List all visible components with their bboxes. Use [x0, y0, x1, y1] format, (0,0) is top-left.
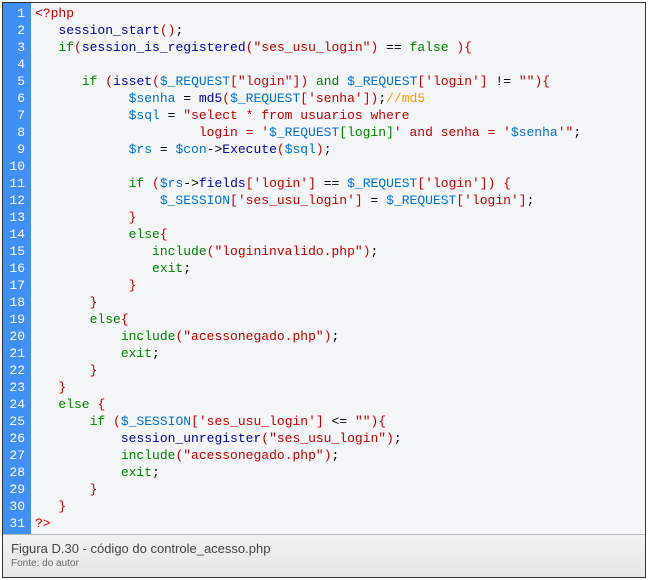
code-line: include("acessonegado.php"); [35, 447, 641, 464]
figure-caption: Figura D.30 - código do controle_acesso.… [3, 534, 645, 577]
code-line: } [35, 277, 641, 294]
code-line: exit; [35, 260, 641, 277]
line-number: 17 [7, 277, 25, 294]
line-number: 23 [7, 379, 25, 396]
line-number: 22 [7, 362, 25, 379]
line-number: 27 [7, 447, 25, 464]
code-figure: 1234567891011121314151617181920212223242… [2, 2, 646, 578]
code-line: session_start(); [35, 22, 641, 39]
line-number: 12 [7, 192, 25, 209]
code-line: ?> [35, 515, 641, 532]
code-line: $_SESSION['ses_usu_login'] = $_REQUEST['… [35, 192, 641, 209]
code-line: if ($_SESSION['ses_usu_login'] <= ""){ [35, 413, 641, 430]
code-line: include("logininvalido.php"); [35, 243, 641, 260]
code-line [35, 56, 641, 73]
code-editor: 1234567891011121314151617181920212223242… [3, 3, 645, 534]
line-number: 30 [7, 498, 25, 515]
code-line: <?php [35, 5, 641, 22]
caption-title: Figura D.30 - código do controle_acesso.… [11, 541, 637, 556]
code-line: } [35, 294, 641, 311]
line-number: 14 [7, 226, 25, 243]
code-line: exit; [35, 464, 641, 481]
line-number: 29 [7, 481, 25, 498]
line-number-gutter: 1234567891011121314151617181920212223242… [3, 3, 31, 534]
line-number: 7 [7, 107, 25, 124]
line-number: 31 [7, 515, 25, 532]
line-number: 18 [7, 294, 25, 311]
line-number: 10 [7, 158, 25, 175]
code-line: } [35, 379, 641, 396]
code-line: } [35, 362, 641, 379]
code-line: } [35, 209, 641, 226]
code-line: login = '$_REQUEST[login]' and senha = '… [35, 124, 641, 141]
code-line: $senha = md5($_REQUEST['senha']);//md5 [35, 90, 641, 107]
line-number: 16 [7, 260, 25, 277]
line-number: 8 [7, 124, 25, 141]
code-line: else{ [35, 311, 641, 328]
line-number: 28 [7, 464, 25, 481]
code-line: $rs = $con->Execute($sql); [35, 141, 641, 158]
line-number: 5 [7, 73, 25, 90]
code-line: if (isset($_REQUEST["login"]) and $_REQU… [35, 73, 641, 90]
code-line: else { [35, 396, 641, 413]
code-line: include("acessonegado.php"); [35, 328, 641, 345]
code-line: session_unregister("ses_usu_login"); [35, 430, 641, 447]
line-number: 9 [7, 141, 25, 158]
line-number: 11 [7, 175, 25, 192]
line-number: 15 [7, 243, 25, 260]
line-number: 1 [7, 5, 25, 22]
line-number: 24 [7, 396, 25, 413]
code-line: } [35, 481, 641, 498]
code-line: $sql = "select * from usuarios where [35, 107, 641, 124]
line-number: 19 [7, 311, 25, 328]
code-line: exit; [35, 345, 641, 362]
line-number: 25 [7, 413, 25, 430]
code-line: else{ [35, 226, 641, 243]
line-number: 26 [7, 430, 25, 447]
line-number: 3 [7, 39, 25, 56]
line-number: 20 [7, 328, 25, 345]
line-number: 13 [7, 209, 25, 226]
caption-source: Fonte: do autor [11, 558, 637, 569]
code-line: if ($rs->fields['login'] == $_REQUEST['l… [35, 175, 641, 192]
line-number: 4 [7, 56, 25, 73]
code-line: } [35, 498, 641, 515]
line-number: 2 [7, 22, 25, 39]
code-line [35, 158, 641, 175]
line-number: 6 [7, 90, 25, 107]
line-number: 21 [7, 345, 25, 362]
code-line: if(session_is_registered("ses_usu_login"… [35, 39, 641, 56]
code-content: <?php session_start(); if(session_is_reg… [31, 3, 645, 534]
